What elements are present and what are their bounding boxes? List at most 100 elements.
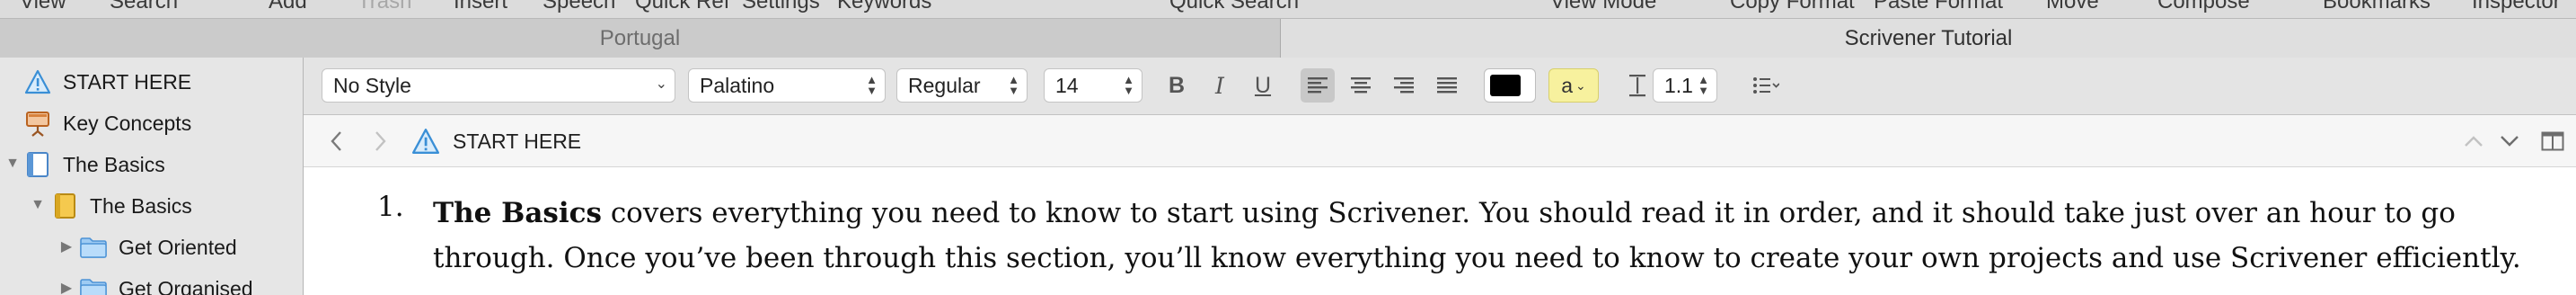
chevron-right-icon — [375, 131, 386, 151]
toolbar-search-label[interactable]: Search — [110, 0, 178, 14]
toolbar-label-strip: View Search Add Trash Insert Speech Quic… — [0, 0, 2576, 18]
bold-lead-text: The Basics — [433, 197, 602, 229]
toolbar-quickref-label[interactable]: Quick Ref — [635, 0, 729, 14]
binder-item-get-oriented[interactable]: Get Oriented — [79, 228, 237, 267]
highlight-color-button[interactable]: a ⌄ — [1548, 68, 1599, 103]
font-size-popup[interactable]: 14 ▲ ▼ — [1044, 68, 1142, 103]
toolbar-view-label[interactable]: View — [20, 0, 66, 14]
line-spacing-value: 1.1 — [1664, 73, 1693, 97]
align-justify-icon — [1437, 77, 1457, 94]
forward-button[interactable] — [366, 126, 395, 156]
updown-arrows-icon: ▲ ▼ — [866, 73, 878, 97]
disclosure-triangle-collapsed[interactable]: ▶ — [57, 279, 75, 295]
folder-icon — [79, 233, 108, 262]
binder-item-label: The Basics — [90, 193, 192, 218]
align-center-button[interactable] — [1344, 68, 1378, 103]
binder-item-label: Get Organised — [119, 276, 253, 295]
style-value: No Style — [333, 73, 411, 97]
toolbar-trash-label[interactable]: Trash — [357, 0, 411, 14]
warning-icon — [23, 67, 52, 96]
highlight-label: a — [1561, 73, 1574, 97]
previous-document-button[interactable] — [2459, 126, 2488, 156]
toolbar-add-label[interactable]: Add — [269, 0, 307, 14]
toolbar-viewmode-label[interactable]: View Mode — [1550, 0, 1656, 14]
editor-header-bar: START HERE — [304, 115, 2576, 167]
updown-arrows-icon: ▲ ▼ — [1123, 73, 1134, 97]
list-style-button[interactable] — [1739, 68, 1793, 103]
back-button[interactable] — [322, 126, 350, 156]
align-justify-button[interactable] — [1430, 68, 1464, 103]
underline-button[interactable]: U — [1246, 68, 1280, 103]
binder-item-label: START HERE — [63, 69, 192, 94]
chevron-down-icon: ⌄ — [1521, 76, 1531, 90]
next-document-button[interactable] — [2495, 126, 2524, 156]
binder-item-label: The Basics — [63, 152, 165, 176]
toolbar-move-label[interactable]: Move — [2046, 0, 2099, 14]
format-bar: No Style ⌄ Palatino ▲ ▼ Regular ▲ ▼ 14 ▲ ▼ … — [304, 58, 2576, 115]
toolbar-quicksearch-label[interactable]: Quick Search — [1169, 0, 1299, 14]
bold-button[interactable]: B — [1160, 68, 1194, 103]
toolbar-compose-label[interactable]: Compose — [2157, 0, 2250, 14]
chevron-left-icon — [331, 131, 341, 151]
updown-arrows-icon: ▲ ▼ — [1008, 73, 1019, 97]
paragraph-line-1: The Basics covers everything you need to… — [433, 191, 2576, 236]
font-family-value: Palatino — [700, 73, 775, 97]
chevron-down-icon — [2501, 136, 2519, 147]
folder-icon — [79, 274, 108, 295]
paragraph-line-2: through. Once you’ve been through this s… — [433, 242, 2521, 274]
warning-icon — [411, 128, 440, 159]
binder-item-label: Get Oriented — [119, 235, 237, 259]
binder-item-label: Key Concepts — [63, 111, 192, 135]
disclosure-triangle-collapsed[interactable]: ▶ — [57, 237, 75, 255]
disclosure-triangle-expanded[interactable]: ▼ — [4, 155, 22, 173]
font-weight-value: Regular — [908, 73, 981, 97]
toolbar-insert-label[interactable]: Insert — [454, 0, 507, 14]
align-center-icon — [1351, 77, 1371, 94]
paragraph-line-1-text: covers everything you need to know to st… — [601, 197, 2456, 229]
binder-sidebar: START HERE Key Concepts ▼ The Basics ▼ T… — [0, 58, 304, 295]
list-number: 1. — [377, 191, 404, 223]
project-tab-bar: Portugal Scrivener Tutorial — [0, 18, 2576, 58]
align-right-button[interactable] — [1387, 68, 1421, 103]
toolbar-speech-label[interactable]: Speech — [543, 0, 615, 14]
text-editor[interactable]: 1. The Basics covers everything you need… — [304, 167, 2576, 295]
document-icon — [23, 150, 52, 179]
toolbar-pasteformat-label[interactable]: Paste Format — [1874, 0, 2003, 14]
font-family-popup[interactable]: Palatino ▲ ▼ — [688, 68, 886, 103]
binder-item-get-organised[interactable]: Get Organised — [79, 269, 253, 295]
align-right-icon — [1394, 77, 1414, 94]
binder-item-start-here[interactable]: START HERE — [23, 62, 191, 102]
chevron-up-icon — [2465, 136, 2483, 147]
line-spacing-icon — [1620, 68, 1654, 103]
toolbar-settings-label[interactable]: Settings — [742, 0, 820, 14]
document-title[interactable]: START HERE — [453, 115, 581, 167]
presentation-icon — [23, 109, 52, 138]
toolbar-keywords-label[interactable]: Keywords — [837, 0, 931, 14]
text-color-well[interactable]: ⌄ — [1484, 68, 1536, 103]
bullet-list-icon — [1753, 77, 1779, 94]
toolbar-copyformat-label[interactable]: Copy Format — [1730, 0, 1855, 14]
binder-item-key-concepts[interactable]: Key Concepts — [23, 103, 191, 143]
text-color-swatch — [1490, 75, 1521, 96]
font-weight-popup[interactable]: Regular ▲ ▼ — [896, 68, 1028, 103]
updown-arrows-icon: ▲ ▼ — [1698, 73, 1709, 97]
chevron-down-icon: ⌄ — [655, 76, 667, 92]
binder-item-the-basics-doc[interactable]: The Basics — [23, 145, 165, 184]
style-popup[interactable]: No Style ⌄ — [322, 68, 675, 103]
list-item-paragraph[interactable]: The Basics covers everything you need to… — [433, 191, 2576, 281]
italic-button[interactable]: I — [1203, 68, 1237, 103]
align-left-icon — [1308, 77, 1328, 94]
chevron-down-icon: ⌄ — [1575, 77, 1586, 93]
binder-item-the-basics-folder[interactable]: The Basics — [50, 186, 192, 226]
split-view-icon — [2541, 131, 2564, 151]
split-editor-button[interactable] — [2538, 126, 2567, 156]
line-spacing-popup[interactable]: 1.1 ▲ ▼ — [1653, 68, 1717, 103]
notebook-icon — [50, 192, 79, 220]
toolbar-bookmarks-label[interactable]: Bookmarks — [2323, 0, 2430, 14]
disclosure-triangle-expanded[interactable]: ▼ — [29, 196, 47, 214]
tab-portugal[interactable]: Portugal — [0, 19, 1281, 58]
tab-scrivener-tutorial[interactable]: Scrivener Tutorial — [1281, 19, 2576, 58]
toolbar-inspector-label[interactable]: Inspector — [2472, 0, 2561, 14]
align-left-button[interactable] — [1301, 68, 1335, 103]
font-size-value: 14 — [1055, 73, 1079, 97]
